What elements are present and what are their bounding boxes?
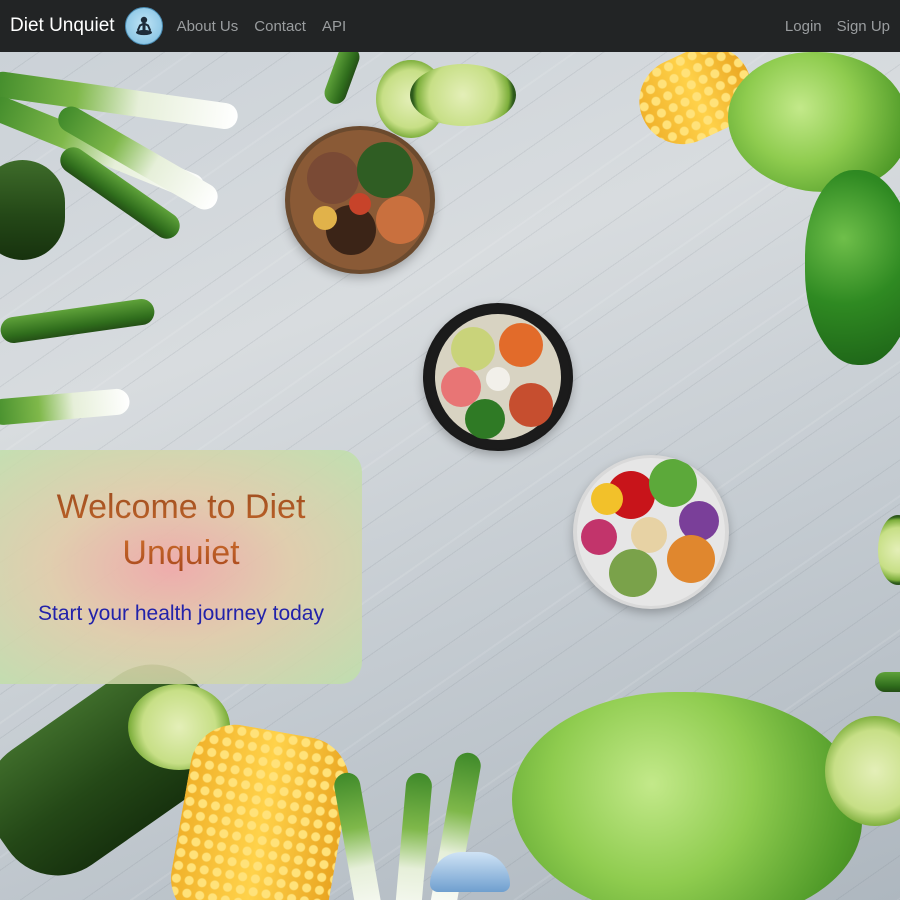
veggie-rice-bowl-image xyxy=(423,303,573,451)
lettuce-image xyxy=(728,52,900,192)
nav-link-about-us[interactable]: About Us xyxy=(177,18,239,35)
salad-bowl-image xyxy=(573,455,729,609)
bell-pepper-image xyxy=(805,170,900,365)
nav-link-contact[interactable]: Contact xyxy=(254,18,306,35)
cucumber-image xyxy=(0,160,65,260)
navbar: Diet Unquiet About Us Contact API Login … xyxy=(0,0,900,52)
grain-bowl-image xyxy=(285,126,435,274)
welcome-subtitle: Start your health journey today xyxy=(37,602,324,625)
chili-pepper-image xyxy=(321,43,363,107)
chili-pepper-image xyxy=(875,672,900,692)
green-onion-image xyxy=(393,771,433,900)
sign-up-link[interactable]: Sign Up xyxy=(837,18,890,35)
nav-link-api[interactable]: API xyxy=(322,18,346,35)
cucumber-slice-image xyxy=(410,64,516,126)
welcome-card: Welcome to Diet Unquiet Start your healt… xyxy=(0,450,362,684)
green-onion-image xyxy=(0,387,131,426)
chili-pepper-image xyxy=(0,297,157,345)
login-link[interactable]: Login xyxy=(785,18,822,35)
lettuce-image xyxy=(512,692,862,900)
nav-right-group: Login Sign Up xyxy=(770,18,890,35)
water-splash-icon xyxy=(430,852,510,892)
welcome-title: Welcome to Diet Unquiet xyxy=(0,484,362,576)
cucumber-slice-image xyxy=(878,515,900,585)
page: Diet Unquiet About Us Contact API Login … xyxy=(0,0,900,900)
brand-link[interactable]: Diet Unquiet xyxy=(10,15,115,37)
meditation-logo-icon[interactable] xyxy=(124,7,163,45)
